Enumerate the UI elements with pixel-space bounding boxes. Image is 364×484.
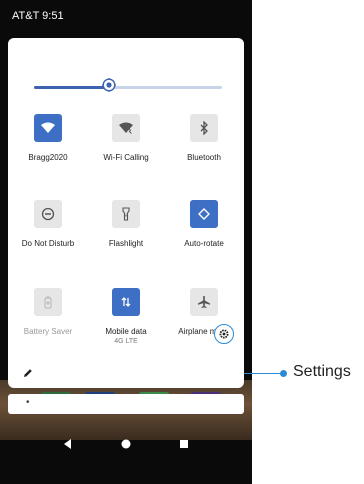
brightness-slider-fill bbox=[34, 86, 110, 89]
callout-dot bbox=[280, 370, 287, 377]
notification-card[interactable]: • bbox=[8, 394, 244, 414]
auto-rotate-icon[interactable] bbox=[190, 200, 218, 228]
settings-callout-label: Settings bbox=[293, 363, 351, 380]
quick-tile-wifi-calling[interactable]: Wi-Fi Calling bbox=[86, 114, 166, 163]
quick-tile-mobile-data[interactable]: Mobile data 4G LTE bbox=[86, 288, 166, 346]
airplane-icon[interactable] bbox=[190, 288, 218, 316]
battery-saver-icon[interactable] bbox=[34, 288, 62, 316]
back-button[interactable] bbox=[60, 436, 76, 452]
tile-label: Wi-Fi Calling bbox=[103, 153, 149, 162]
navigation-bar bbox=[0, 430, 252, 458]
home-button[interactable] bbox=[118, 436, 134, 452]
wifi-icon[interactable] bbox=[34, 114, 62, 142]
tile-label: Mobile data bbox=[105, 327, 147, 336]
quick-settings-panel: Bragg2020 Wi-Fi Calling Bluetooth Do Not Di… bbox=[8, 38, 244, 388]
tile-label: Auto-rotate bbox=[184, 239, 224, 248]
wifi-calling-icon[interactable] bbox=[112, 114, 140, 142]
tile-label: Bragg2020 bbox=[28, 153, 68, 162]
recents-button[interactable] bbox=[176, 436, 192, 452]
status-bar-time: AT&T 9:51 bbox=[12, 10, 64, 22]
tile-label: Battery Saver bbox=[23, 327, 73, 336]
mobile-data-icon[interactable] bbox=[112, 288, 140, 316]
phone-screen: AT&T 9:51 Bragg2020 Wi-Fi Calling Bluetoot… bbox=[0, 0, 252, 484]
tile-sublabel: 4G LTE bbox=[114, 338, 138, 345]
do-not-disturb-icon[interactable] bbox=[34, 200, 62, 228]
quick-tile-auto-rotate[interactable]: Auto-rotate bbox=[164, 200, 244, 249]
settings-gear-button[interactable] bbox=[214, 324, 234, 344]
notification-text: • bbox=[26, 397, 30, 408]
quick-tile-wifi[interactable]: Bragg2020 bbox=[8, 114, 88, 163]
tile-label: Bluetooth bbox=[187, 153, 221, 162]
bluetooth-icon[interactable] bbox=[190, 114, 218, 142]
quick-tile-bluetooth[interactable]: Bluetooth bbox=[164, 114, 244, 163]
tile-label: Flashlight bbox=[108, 239, 144, 248]
quick-tile-battery-saver[interactable]: Battery Saver bbox=[8, 288, 88, 337]
brightness-slider[interactable] bbox=[34, 86, 222, 89]
quick-tile-do-not-disturb[interactable]: Do Not Disturb bbox=[8, 200, 88, 249]
tile-label: Do Not Disturb bbox=[21, 239, 75, 248]
flashlight-icon[interactable] bbox=[112, 200, 140, 228]
quick-tile-flashlight[interactable]: Flashlight bbox=[86, 200, 166, 249]
callout-line bbox=[244, 373, 282, 374]
edit-icon[interactable] bbox=[22, 366, 34, 378]
gear-icon bbox=[219, 329, 229, 339]
brightness-thumb[interactable] bbox=[102, 78, 117, 92]
